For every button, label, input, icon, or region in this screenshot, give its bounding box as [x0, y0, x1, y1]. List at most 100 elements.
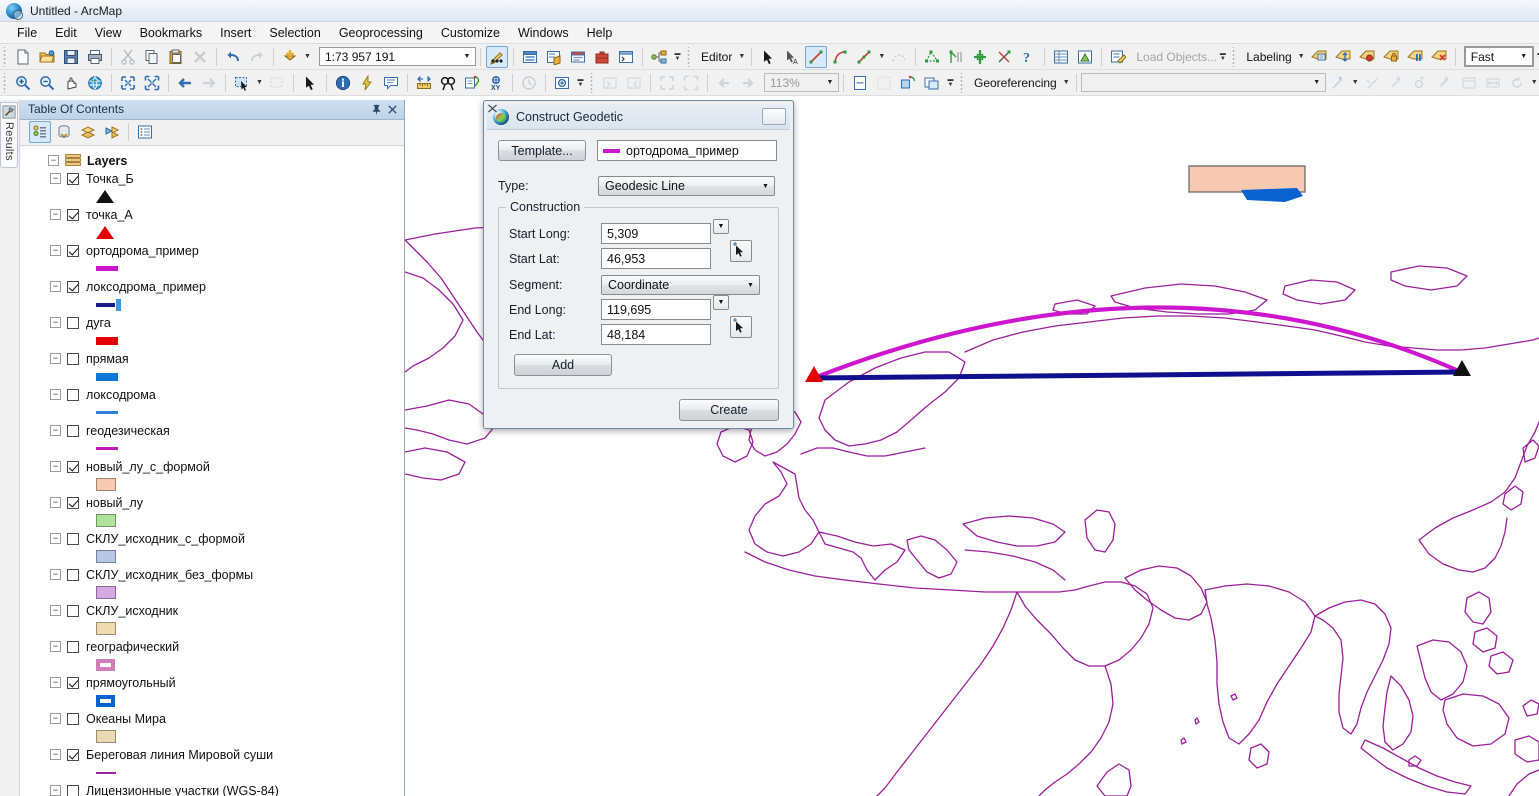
toc-layer-tree[interactable]: − Layers − Точка_Б − — [20, 146, 404, 796]
endpoint-arc-icon[interactable] — [829, 46, 851, 68]
save-icon[interactable] — [60, 46, 82, 68]
template-button[interactable]: Template... — [498, 140, 586, 161]
edit-vertices-icon[interactable] — [921, 46, 943, 68]
rotate-dropdown-icon[interactable]: ▼ — [1529, 72, 1539, 94]
create-button[interactable]: Create — [679, 399, 779, 421]
copy-icon[interactable] — [141, 46, 163, 68]
go-back-extent-icon[interactable] — [174, 72, 196, 94]
end-lat-input[interactable]: 48,184 — [601, 324, 711, 345]
toc-layer-row[interactable]: − локсодрома — [20, 386, 404, 404]
toc-layer-row[interactable]: − ортодрома_пример — [20, 242, 404, 260]
expander-icon[interactable]: − — [50, 677, 61, 688]
toc-layer-row[interactable]: − СКЛУ_исходник_с_формой — [20, 530, 404, 548]
add-control-points-icon[interactable] — [1327, 72, 1349, 94]
start-long-input[interactable]: 5,309 — [601, 223, 711, 244]
viewer-icon[interactable] — [921, 72, 943, 94]
georeferencing-overflow-icon[interactable]: ▬▼ — [944, 72, 957, 94]
toolbar-overflow-icon[interactable]: ▬▼ — [671, 46, 684, 68]
zoom-to-links-icon[interactable] — [1410, 72, 1432, 94]
expander-icon[interactable]: − — [50, 785, 61, 796]
reshape-icon[interactable] — [945, 46, 967, 68]
time-slider-icon[interactable] — [518, 72, 540, 94]
toc-layer-row[interactable]: − локсодрома_пример — [20, 278, 404, 296]
delete-icon[interactable] — [189, 46, 211, 68]
identify-icon[interactable] — [332, 72, 354, 94]
pause-labeling-icon[interactable] — [1404, 46, 1426, 68]
expander-icon[interactable]: − — [48, 155, 59, 166]
start-pick-point-button[interactable] — [730, 240, 752, 262]
clear-selected-icon[interactable] — [266, 72, 288, 94]
pan-forward-icon[interactable] — [737, 72, 759, 94]
pan-icon[interactable] — [60, 72, 82, 94]
layer-visibility-checkbox[interactable] — [67, 749, 79, 761]
modelbuilder-icon[interactable] — [648, 46, 670, 68]
expander-icon[interactable]: − — [50, 605, 61, 616]
list-by-source-icon[interactable] — [53, 121, 75, 143]
toolbar-grip[interactable] — [2, 73, 9, 93]
expander-icon[interactable]: − — [50, 641, 61, 652]
menu-file[interactable]: File — [8, 23, 46, 43]
toc-layer-row[interactable]: − СКЛУ_исходник — [20, 602, 404, 620]
results-tab[interactable]: Results — [0, 102, 18, 168]
toc-layer-row[interactable]: − точка_А — [20, 206, 404, 224]
georeferencing-dropdown-icon[interactable]: ▼ — [1061, 72, 1072, 94]
labeling-menu[interactable]: Labeling — [1240, 50, 1295, 64]
link-table-icon[interactable] — [873, 72, 895, 94]
toc-layer-row[interactable]: − СКЛУ_исходник_без_формы — [20, 566, 404, 584]
labeling-quality-combo[interactable]: Fast ▼ — [1464, 46, 1534, 67]
expander-icon[interactable]: − — [50, 389, 61, 400]
help-icon[interactable]: ? — [1017, 46, 1039, 68]
shift-right-icon[interactable] — [680, 72, 702, 94]
label-manager-icon[interactable] — [1308, 46, 1330, 68]
select-links-icon[interactable] — [1362, 72, 1384, 94]
end-long-dropdown-icon[interactable]: ▼ — [713, 295, 729, 310]
dialog-title-bar[interactable]: Construct Geodetic — [487, 104, 790, 130]
layer-visibility-checkbox[interactable] — [67, 461, 79, 473]
straight-segment-icon[interactable] — [805, 46, 827, 68]
attributes-icon[interactable] — [1050, 46, 1072, 68]
menu-customize[interactable]: Customize — [432, 23, 509, 43]
toc-layer-row[interactable]: − прямоугольный — [20, 674, 404, 692]
fixed-zoom-out-icon[interactable] — [141, 72, 163, 94]
start-long-dropdown-icon[interactable]: ▼ — [713, 219, 729, 234]
end-long-input[interactable]: 119,695 — [601, 299, 711, 320]
label-weight-icon[interactable] — [1356, 46, 1378, 68]
georeferencing-menu[interactable]: Georeferencing — [968, 76, 1061, 90]
edit-tool-arrow-icon[interactable] — [757, 46, 779, 68]
edit-annotation-icon[interactable]: A — [781, 46, 803, 68]
full-extent-icon[interactable] — [84, 72, 106, 94]
expander-icon[interactable]: − — [50, 713, 61, 724]
catalog-icon[interactable] — [543, 46, 565, 68]
pin-icon[interactable] — [368, 101, 384, 117]
toc-layer-row[interactable]: − географический — [20, 638, 404, 656]
editor-menu[interactable]: Editor — [695, 50, 736, 64]
expander-icon[interactable]: − — [50, 317, 61, 328]
type-select[interactable]: Geodesic Line ▼ — [598, 176, 775, 196]
view-unplaced-icon[interactable] — [1428, 46, 1450, 68]
chevron-down-icon[interactable]: ▼ — [822, 74, 838, 91]
menu-geoprocessing[interactable]: Geoprocessing — [330, 23, 432, 43]
find-route-icon[interactable] — [461, 72, 483, 94]
menu-selection[interactable]: Selection — [260, 23, 329, 43]
template-value-field[interactable]: ортодрома_пример — [597, 140, 777, 161]
flash-icon[interactable] — [356, 72, 378, 94]
toc-layer-row[interactable]: − Лицензионные участки (WGS-84) — [20, 782, 404, 796]
control-points-dropdown-icon[interactable]: ▼ — [1350, 72, 1361, 94]
labeling-overflow-icon[interactable]: ▬▼ — [1534, 46, 1539, 68]
layer-visibility-checkbox[interactable] — [67, 425, 79, 437]
list-by-visibility-icon[interactable] — [77, 121, 99, 143]
layer-visibility-checkbox[interactable] — [67, 713, 79, 725]
expander-icon[interactable]: − — [50, 353, 61, 364]
toolbar-grip[interactable] — [2, 47, 9, 67]
options-icon[interactable] — [134, 121, 156, 143]
segment-select[interactable]: Coordinate ▼ — [601, 275, 760, 295]
layer-visibility-checkbox[interactable] — [67, 209, 79, 221]
layer-visibility-checkbox[interactable] — [67, 281, 79, 293]
load-objects-button[interactable]: Load Objects... — [1130, 50, 1216, 64]
add-data-icon[interactable] — [279, 46, 301, 68]
undo-icon[interactable] — [222, 46, 244, 68]
fixed-zoom-in-icon[interactable] — [117, 72, 139, 94]
tools-overflow-icon[interactable]: ▬▼ — [574, 72, 587, 94]
trace-icon[interactable] — [888, 46, 910, 68]
layer-visibility-checkbox[interactable] — [67, 245, 79, 257]
